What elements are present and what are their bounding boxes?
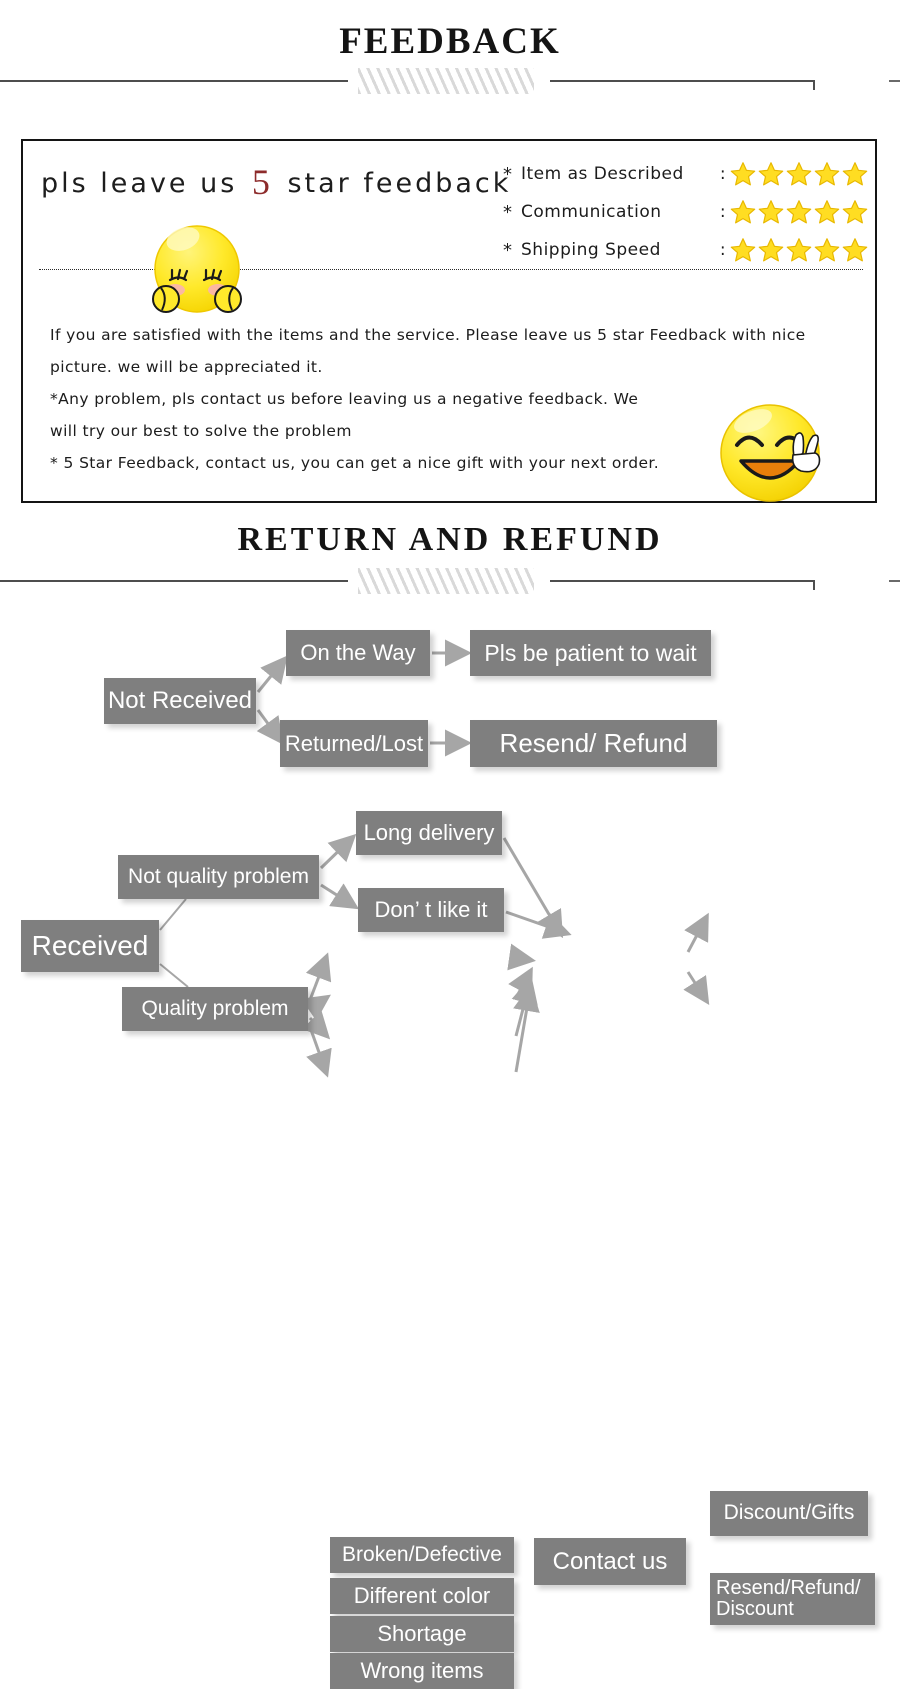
happy-peace-face-emoji (720, 404, 821, 502)
flow-node-shortage: Shortage (330, 1616, 514, 1652)
star-icon (730, 238, 756, 262)
rating-list: * Item as Described: * Communication: * Shipp… (503, 155, 873, 269)
divider-rule-left (0, 80, 348, 82)
flow-node-quality-problem: Quality problem (122, 987, 308, 1031)
feedback-panel: pls leave us 5 star feedback * Item as De… (21, 139, 877, 503)
flow-node-contact-us: Contact us (534, 1538, 686, 1585)
rating-row: * Shipping Speed: (503, 231, 873, 269)
flow-node-resend-refund-discount: Resend/Refund/ Discount (710, 1573, 875, 1625)
rating-row: * Communication: (503, 193, 873, 231)
star-icon (758, 162, 784, 186)
star-icon (758, 200, 784, 224)
rating-colon: : (719, 164, 727, 184)
star-icon (814, 238, 840, 262)
star-icon (814, 200, 840, 224)
asterisk-icon: * (503, 201, 513, 223)
asterisk-icon: * (503, 163, 513, 185)
divider-corner-tick-2 (813, 580, 815, 590)
feedback-headline: pls leave us 5 star feedback (41, 161, 511, 203)
divider-edge-dash (889, 80, 900, 82)
divider-rule-right-2 (550, 580, 815, 582)
shy-face-emoji (152, 225, 242, 313)
divider-rule-left-2 (0, 580, 348, 582)
return-refund-flowchart: Not Received On the Way Pls be patient to … (0, 600, 900, 1689)
star-icon (842, 200, 868, 224)
flow-node-wrong-items: Wrong items (330, 1653, 514, 1689)
star-icon (842, 162, 868, 186)
star-icon (730, 162, 756, 186)
flow-node-returned-lost: Returned/Lost (280, 720, 428, 767)
flow-node-discount-gifts: Discount/Gifts (710, 1491, 868, 1536)
divider-hatch-icon-2 (358, 568, 534, 594)
headline-pre: pls leave us (41, 168, 249, 199)
rating-stars (730, 199, 868, 225)
flow-node-pls-be-patient: Pls be patient to wait (470, 630, 711, 676)
flow-node-dont-like-it: Don’ t like it (358, 888, 504, 932)
star-icon (842, 238, 868, 262)
headline-post: star feedback (275, 168, 512, 199)
rating-colon: : (719, 202, 727, 222)
rating-colon: : (719, 240, 727, 260)
return-divider (0, 568, 900, 594)
rating-stars (730, 237, 868, 263)
flow-node-long-delivery: Long delivery (356, 811, 502, 855)
divider-hatch-icon (358, 68, 534, 94)
star-icon (814, 162, 840, 186)
star-icon (786, 162, 812, 186)
star-icon (786, 238, 812, 262)
rating-label: Item as Described (521, 164, 684, 184)
page-root: FEEDBACK pls leave us 5 star feedback * I… (0, 0, 900, 1689)
feedback-body-line: If you are satisfied with the items and … (50, 326, 806, 344)
rating-label: Communication (521, 202, 662, 222)
star-icon (730, 200, 756, 224)
asterisk-icon: * (503, 239, 513, 261)
flow-node-broken-defective: Broken/Defective (330, 1537, 514, 1573)
divider-edge-dash-2 (889, 580, 900, 582)
divider-rule-right (550, 80, 815, 82)
star-icon (758, 238, 784, 262)
rating-stars (730, 161, 868, 187)
feedback-body-line: picture. we will be appreciated it. (50, 358, 323, 376)
flow-node-not-received: Not Received (104, 678, 256, 724)
return-section-title: RETURN AND REFUND (237, 521, 663, 558)
rating-label: Shipping Speed (521, 240, 661, 260)
feedback-section-title: FEEDBACK (339, 21, 561, 62)
flow-node-not-quality: Not quality problem (118, 855, 319, 899)
rating-row: * Item as Described: (503, 155, 873, 193)
flow-node-resend-refund: Resend/ Refund (470, 720, 717, 767)
divider-corner-tick (813, 80, 815, 90)
headline-star-number: 5 (251, 162, 273, 202)
feedback-divider (0, 68, 900, 94)
star-icon (786, 200, 812, 224)
flow-node-received: Received (21, 920, 159, 972)
flow-node-different-color: Different color (330, 1578, 514, 1614)
flow-node-on-the-way: On the Way (286, 630, 430, 676)
